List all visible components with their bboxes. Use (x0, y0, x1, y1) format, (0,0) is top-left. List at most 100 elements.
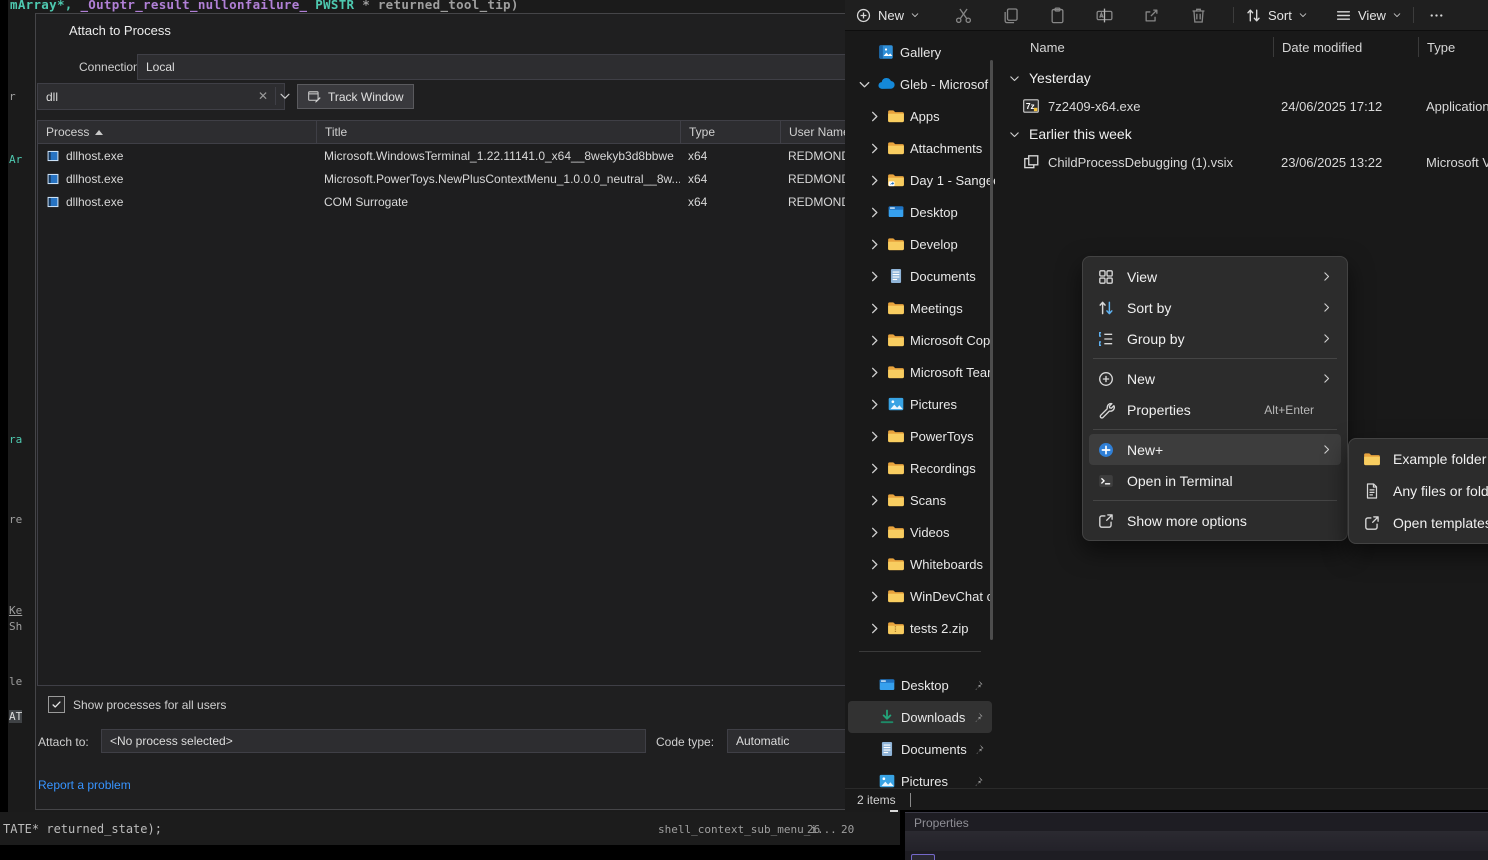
sidebar-tree-item[interactable]: tests 2.zip (845, 612, 995, 644)
sidebar-tree-item[interactable]: Videos (845, 516, 995, 548)
desktop-icon (878, 676, 896, 694)
sidebar-tree-item[interactable]: Day 1 - Sangee (845, 164, 995, 196)
code-type-combobox[interactable]: Automatic (727, 729, 864, 753)
chev-right-icon[interactable] (867, 429, 882, 444)
chev-right-icon[interactable] (867, 173, 882, 188)
sidebar-tree-item[interactable]: Develop (845, 228, 995, 260)
sidebar-scrollbar[interactable] (990, 60, 993, 640)
code-segment: mArray*, (10, 0, 80, 12)
column-name[interactable]: Name (1000, 37, 1273, 57)
chev-right-icon[interactable] (867, 461, 882, 476)
context-menu-item[interactable]: Sort by (1089, 292, 1341, 323)
chev-right-icon[interactable] (867, 621, 882, 636)
chev-right-icon[interactable] (867, 109, 882, 124)
chev-right-icon[interactable] (867, 269, 882, 284)
context-menu-item[interactable]: Open in Terminal (1089, 465, 1341, 496)
context-menu-item[interactable] (1093, 429, 1337, 430)
column-header-type[interactable]: Type (680, 121, 780, 143)
filter-dropdown-icon[interactable] (278, 89, 292, 103)
sidebar-tree-item[interactable]: Pictures (845, 388, 995, 420)
submenu-item[interactable]: Open templates (1355, 507, 1488, 539)
column-header-title[interactable]: Title (316, 121, 680, 143)
chev-right-icon[interactable] (867, 557, 882, 572)
chev-right-icon[interactable] (867, 493, 882, 508)
folder-icon (887, 363, 905, 381)
chev-right-icon[interactable] (867, 397, 882, 412)
connection-type-combobox[interactable]: Local (137, 54, 864, 80)
context-menu-item[interactable]: Properties Alt+Enter (1089, 394, 1341, 425)
chev-right-icon[interactable] (867, 365, 882, 380)
sidebar-pinned-item[interactable]: Pictures (848, 765, 992, 788)
chev-down-icon[interactable] (857, 77, 872, 92)
chev-right-icon[interactable] (867, 525, 882, 540)
filter-clear-icon[interactable]: ✕ (254, 87, 272, 105)
expander[interactable] (857, 45, 872, 60)
sort-button[interactable]: Sort (1245, 0, 1308, 30)
chev-right-icon[interactable] (867, 301, 882, 316)
sidebar-tree-item[interactable]: Microsoft Tear (845, 356, 995, 388)
newplus-icon (1097, 441, 1115, 459)
sidebar-tree-item[interactable]: Scans (845, 484, 995, 516)
sidebar-tree-item[interactable]: Attachments (845, 132, 995, 164)
sidebar-tree-item[interactable]: Recordings (845, 452, 995, 484)
sidebar-tree-item[interactable]: Gleb - Microsof (845, 68, 995, 100)
sidebar-tree-item[interactable]: Desktop (845, 196, 995, 228)
paste-icon[interactable] (1048, 6, 1067, 25)
see-more-button[interactable] (1428, 0, 1445, 30)
rename-icon[interactable] (1095, 6, 1114, 25)
cut-icon[interactable] (954, 6, 973, 25)
delete-icon[interactable] (1189, 6, 1208, 25)
context-menu-item[interactable] (1093, 358, 1337, 359)
sidebar-tree-item[interactable]: Meetings (845, 292, 995, 324)
process-table-row[interactable]: dllhost.exe Microsoft.PowerToys.NewPlusC… (38, 167, 863, 190)
codelens-count-1[interactable]: 26 (807, 823, 820, 836)
context-menu-item[interactable]: View (1089, 261, 1341, 292)
sidebar-pinned-item[interactable]: Documents (848, 733, 992, 765)
share-icon[interactable] (1142, 6, 1161, 25)
submenu-item[interactable]: Any files or folde (1355, 475, 1488, 507)
sidebar-tree-item[interactable]: PowerToys (845, 420, 995, 452)
copy-icon[interactable] (1001, 6, 1020, 25)
track-window-button[interactable]: Track Window (297, 84, 414, 109)
menu-item-label: New+ (1127, 442, 1163, 458)
process-title: Microsoft.PowerToys.NewPlusContextMenu_1… (324, 172, 680, 186)
process-table-row[interactable]: dllhost.exe Microsoft.WindowsTerminal_1.… (38, 144, 863, 167)
sidebar-tree-item[interactable]: Whiteboards (845, 548, 995, 580)
context-menu-item[interactable]: Show more options (1089, 505, 1341, 536)
process-table-row[interactable]: dllhost.exe COM Surrogate x64 REDMOND (38, 190, 863, 213)
file-row-7z[interactable]: 7z 7z2409-x64.exe 24/06/2025 17:12 Appli… (1000, 92, 1488, 120)
column-date-modified[interactable]: Date modified (1273, 37, 1418, 57)
chev-right-icon[interactable] (867, 333, 882, 348)
chev-right-icon[interactable] (867, 237, 882, 252)
sidebar-tree-item[interactable]: Documents (845, 260, 995, 292)
view-button[interactable]: View (1335, 0, 1402, 30)
context-menu-item[interactable]: New (1089, 363, 1341, 394)
process-filter-input[interactable] (37, 83, 285, 110)
sidebar-tree-item[interactable]: WinDevChat c (845, 580, 995, 612)
sidebar-tree-item[interactable]: Gallery (845, 36, 995, 68)
codelens-count-2[interactable]: 20 (841, 823, 854, 836)
tree-item-label: PowerToys (910, 429, 974, 444)
file-row-vsix[interactable]: ChildProcessDebugging (1).vsix 23/06/202… (1000, 148, 1488, 176)
sidebar-pinned-item[interactable]: Desktop (848, 669, 992, 701)
context-menu-item[interactable]: New+ (1089, 434, 1341, 465)
sidebar-tree-item[interactable]: Apps (845, 100, 995, 132)
chev-right-icon[interactable] (867, 205, 882, 220)
sidebar-pinned-item[interactable]: Downloads (848, 701, 992, 733)
chev-right-icon[interactable] (867, 141, 882, 156)
report-a-problem-link[interactable]: Report a problem (38, 778, 131, 792)
group-header-earlier[interactable]: Earlier this week (1000, 120, 1488, 148)
column-type[interactable]: Type (1418, 37, 1488, 57)
chev-right-icon[interactable] (867, 589, 882, 604)
code-type-label: Code type: (656, 735, 714, 749)
new-button[interactable]: New (855, 0, 920, 30)
column-header-process[interactable]: Process (38, 121, 316, 143)
attach-to-input[interactable] (101, 729, 646, 753)
submenu-item[interactable]: Example folder (1355, 443, 1488, 475)
sidebar-divider (859, 651, 981, 652)
show-processes-checkbox[interactable] (48, 696, 65, 713)
sidebar-tree-item[interactable]: Microsoft Cop (845, 324, 995, 356)
context-menu-item[interactable] (1093, 500, 1337, 501)
group-header-yesterday[interactable]: Yesterday (1000, 64, 1488, 92)
context-menu-item[interactable]: Group by (1089, 323, 1341, 354)
